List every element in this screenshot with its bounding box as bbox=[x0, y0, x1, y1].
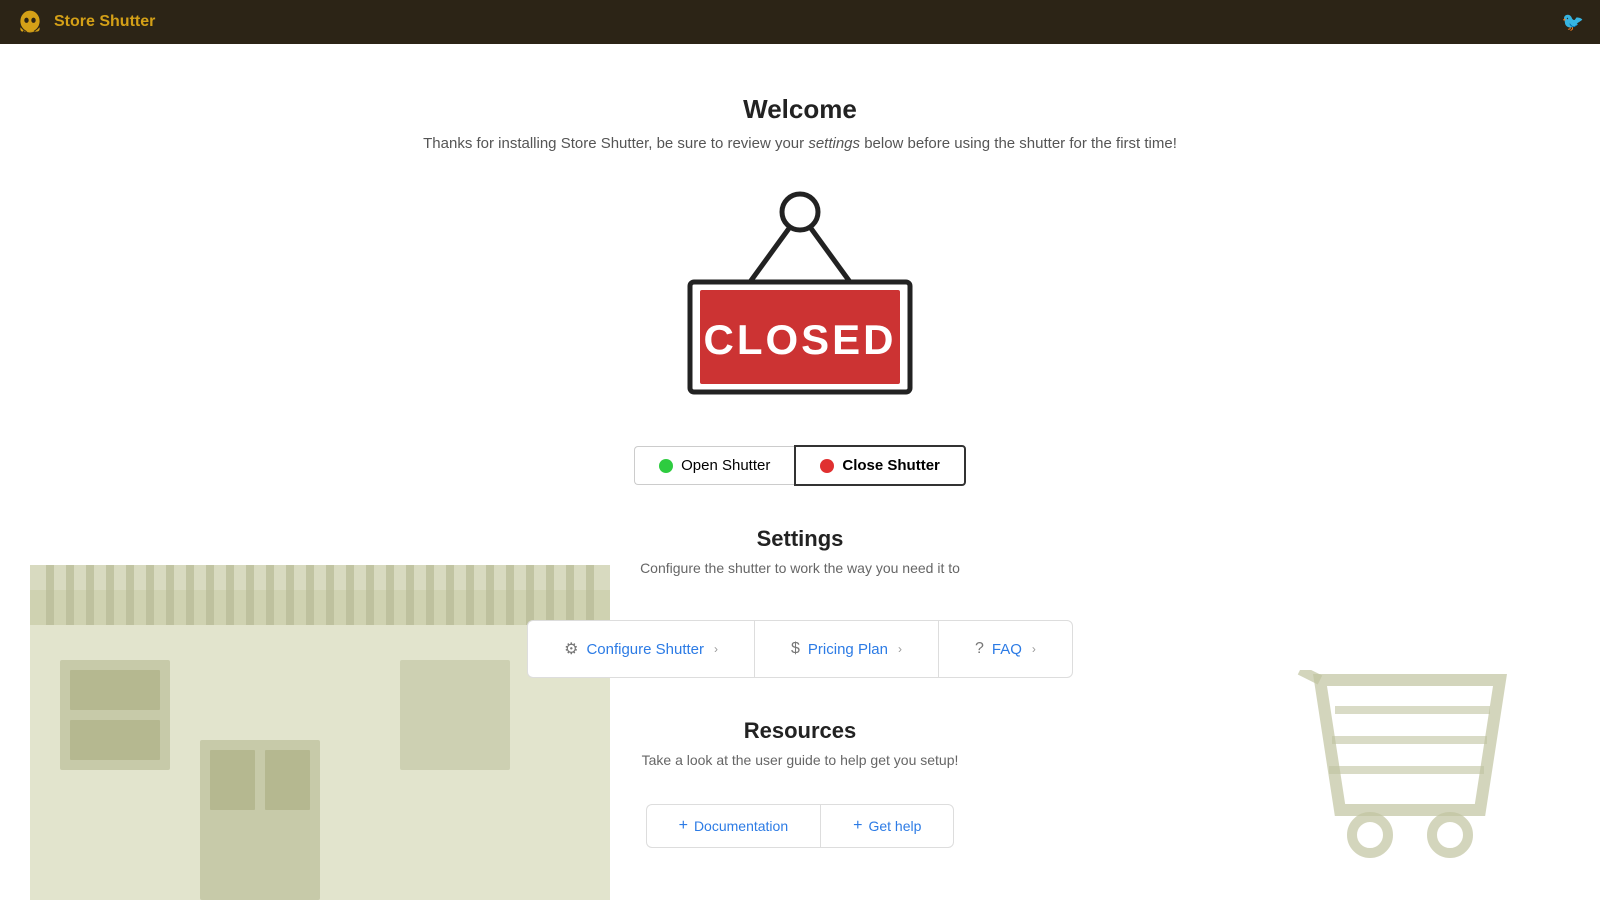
chevron-right-icon: › bbox=[898, 642, 902, 656]
welcome-title: Welcome bbox=[743, 94, 857, 125]
app-title: Store Shutter bbox=[54, 13, 155, 31]
shutter-toggle: Open Shutter Close Shutter bbox=[634, 445, 966, 486]
content-area: Welcome Thanks for installing Store Shut… bbox=[0, 44, 1600, 848]
app-logo bbox=[16, 8, 44, 36]
svg-text:CLOSED: CLOSED bbox=[703, 316, 896, 363]
close-status-dot bbox=[820, 459, 834, 473]
welcome-subtitle: Thanks for installing Store Shutter, be … bbox=[423, 135, 1177, 152]
settings-cards: ⚙ Configure Shutter › $ Pricing Plan › ?… bbox=[527, 620, 1073, 678]
settings-section: Settings Configure the shutter to work t… bbox=[0, 526, 1600, 596]
faq-card[interactable]: ? FAQ › bbox=[938, 620, 1073, 678]
faq-label: FAQ bbox=[992, 641, 1022, 658]
close-shutter-button[interactable]: Close Shutter bbox=[794, 445, 966, 486]
configure-shutter-label: Configure Shutter bbox=[586, 641, 704, 658]
plus-icon: + bbox=[853, 817, 862, 835]
get-help-link[interactable]: + Get help bbox=[820, 804, 954, 848]
pricing-plan-label: Pricing Plan bbox=[808, 641, 888, 658]
resources-title: Resources bbox=[642, 718, 959, 744]
main-content: Welcome Thanks for installing Store Shut… bbox=[0, 44, 1600, 900]
configure-shutter-card[interactable]: ⚙ Configure Shutter › bbox=[527, 620, 754, 678]
chevron-right-icon: › bbox=[714, 642, 718, 656]
header: Store Shutter 🐦 bbox=[0, 0, 1600, 44]
documentation-label: Documentation bbox=[694, 818, 788, 834]
twitter-icon[interactable]: 🐦 bbox=[1562, 12, 1584, 33]
settings-title: Settings bbox=[0, 526, 1600, 552]
header-left: Store Shutter bbox=[16, 8, 155, 36]
chevron-right-icon: › bbox=[1032, 642, 1036, 656]
settings-subtitle: Configure the shutter to work the way yo… bbox=[0, 560, 1600, 576]
gear-icon: ⚙ bbox=[564, 639, 578, 659]
open-shutter-button[interactable]: Open Shutter bbox=[634, 446, 794, 485]
question-icon: ? bbox=[975, 640, 984, 658]
get-help-label: Get help bbox=[868, 818, 921, 834]
dollar-icon: $ bbox=[791, 640, 800, 658]
open-status-dot bbox=[659, 459, 673, 473]
pricing-plan-card[interactable]: $ Pricing Plan › bbox=[754, 620, 938, 678]
resource-links: + Documentation + Get help bbox=[646, 804, 955, 848]
close-shutter-label: Close Shutter bbox=[842, 457, 940, 474]
documentation-link[interactable]: + Documentation bbox=[646, 804, 821, 848]
open-shutter-label: Open Shutter bbox=[681, 457, 770, 474]
resources-subtitle: Take a look at the user guide to help ge… bbox=[642, 752, 959, 768]
plus-icon: + bbox=[679, 817, 688, 835]
resources-section: Resources Take a look at the user guide … bbox=[642, 718, 959, 784]
closed-sign: CLOSED bbox=[660, 182, 940, 417]
